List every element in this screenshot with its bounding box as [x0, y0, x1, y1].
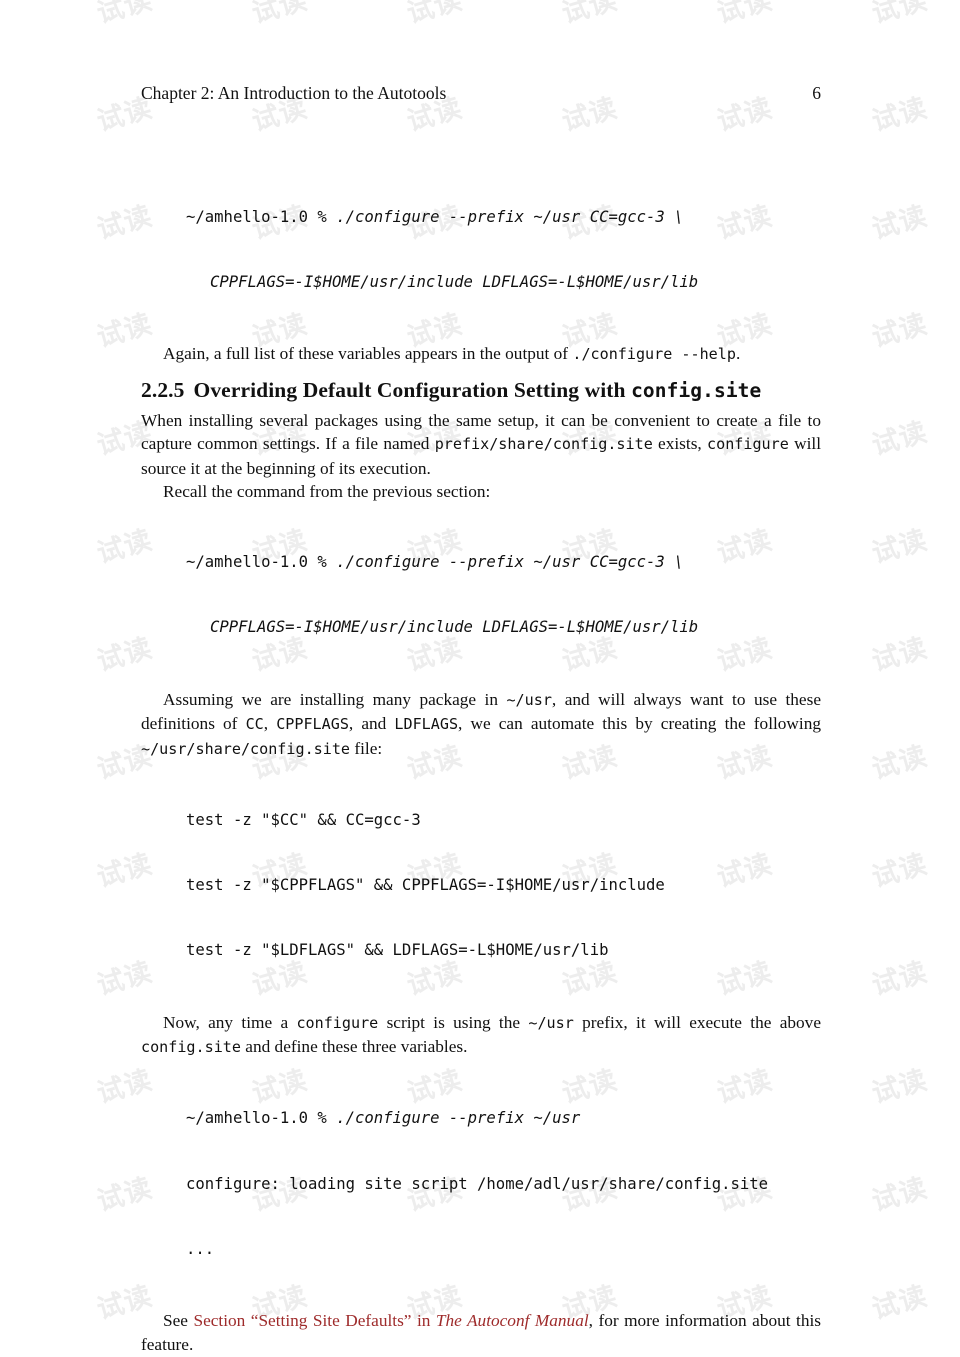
link-text: Section “Setting Site Defaults” in — [193, 1311, 436, 1331]
text-run: Assuming we are installing many package … — [163, 689, 507, 709]
running-head-title: Chapter 2: An Introduction to the Autoto… — [141, 83, 447, 103]
section-title: Overriding Default Configuration Setting… — [193, 377, 632, 402]
watermark-text: 试读 — [0, 1001, 107, 1148]
inline-code: configure — [707, 435, 789, 454]
watermark-text: 试读 — [858, 1325, 960, 1357]
watermark-text: 试读 — [0, 353, 107, 500]
page-number: 6 — [812, 83, 821, 103]
text-run: , we can automate this by creating the f… — [458, 714, 821, 734]
text-run: Now, any time a — [163, 1012, 297, 1032]
watermark-text: 试读 — [868, 956, 931, 1002]
text-run: . — [735, 344, 741, 364]
inline-code: ./configure --help — [572, 345, 736, 364]
text-run: prefix, it will execute the above — [573, 1012, 821, 1032]
watermark-text: 试读 — [868, 1064, 931, 1110]
text-run: , and — [348, 714, 395, 734]
link-manual-title: The Autoconf Manual — [435, 1311, 589, 1331]
code-line: ... — [186, 1239, 215, 1258]
inline-code: ~/usr — [528, 1013, 574, 1032]
watermark-text: 试读 — [0, 461, 107, 608]
shell-prompt: ~/amhello-1.0 % — [186, 1109, 337, 1128]
code-line: ~/amhello-1.0 % ./configure --prefix ~/u… — [186, 1108, 821, 1130]
shell-command-continuation: CPPFLAGS=-I$HOME/usr/include LDFLAGS=-L$… — [210, 272, 699, 291]
watermark-text: 试读 — [403, 0, 466, 30]
watermark-text: 试读 — [0, 785, 107, 932]
watermark-text: 试读 — [868, 416, 931, 462]
watermark-text: 试读 — [868, 848, 931, 894]
watermark-text: 试读 — [248, 0, 311, 30]
code-block-recall-command: ~/amhello-1.0 % ./configure --prefix ~/u… — [141, 508, 821, 682]
watermark-text: 试读 — [0, 893, 107, 1040]
code-line: CPPFLAGS=-I$HOME/usr/include LDFLAGS=-L$… — [186, 617, 821, 639]
shell-command: ./configure --prefix ~/usr CC=gcc-3 \ — [336, 207, 684, 226]
code-line: CPPFLAGS=-I$HOME/usr/include LDFLAGS=-L$… — [186, 272, 821, 294]
paragraph-when-installing: When installing several packages using t… — [141, 409, 821, 480]
text-run: file: — [350, 738, 383, 758]
section-title-code: config.site — [631, 378, 762, 402]
watermark-text: 试读 — [868, 632, 931, 678]
text-run: See — [163, 1311, 194, 1331]
watermark-text: 试读 — [0, 677, 107, 824]
watermark-text: 试读 — [0, 245, 107, 392]
paragraph-now: Now, any time a configure script is usin… — [141, 1011, 821, 1060]
paragraph-recall: Recall the command from the previous sec… — [163, 482, 491, 501]
watermark-text: 试读 — [0, 1109, 107, 1256]
inline-code: CC — [245, 715, 264, 734]
shell-command: ./configure --prefix ~/usr CC=gcc-3 \ — [336, 553, 684, 571]
watermark-text: 试读 — [868, 1172, 931, 1218]
watermark-text: 试读 — [868, 1280, 931, 1326]
shell-command-continuation: CPPFLAGS=-I$HOME/usr/include LDFLAGS=-L$… — [210, 618, 699, 637]
shell-prompt: ~/amhello-1.0 % — [186, 553, 337, 571]
paragraph-see-autoconf-manual: See Section “Setting Site Defaults” in T… — [141, 1309, 821, 1356]
paragraph-again: Again, a full list of these variables ap… — [141, 342, 821, 366]
shell-command: ./configure --prefix ~/usr — [336, 1109, 581, 1128]
watermark-text: 试读 — [93, 0, 156, 30]
inline-code: ~/usr/share/config.site — [141, 739, 351, 758]
shell-prompt: ~/amhello-1.0 % — [186, 207, 337, 226]
watermark-text: 试读 — [0, 0, 107, 67]
inline-code: ~/usr — [506, 690, 552, 709]
watermark-text: 试读 — [0, 1217, 107, 1357]
watermark-text: 试读 — [558, 0, 621, 30]
watermark-text: 试读 — [868, 740, 931, 786]
watermark-text: 试读 — [868, 0, 931, 30]
text-run: exists, — [652, 434, 708, 454]
inline-code: CPPFLAGS — [276, 715, 349, 734]
text-run: script is using the — [378, 1012, 529, 1032]
code-line: test -z "$LDFLAGS" && LDFLAGS=-L$HOME/us… — [186, 941, 609, 960]
inline-code: prefix/share/config.site — [434, 435, 653, 454]
text-column: ~/amhello-1.0 % ./configure --prefix ~/u… — [141, 163, 821, 1357]
text-run: Again, a full list of these variables ap… — [163, 344, 573, 364]
code-block-configure-site-output: ~/amhello-1.0 % ./configure --prefix ~/u… — [141, 1065, 821, 1305]
section-number: 2.2.5 — [141, 377, 185, 402]
code-line: test -z "$CPPFLAGS" && CPPFLAGS=-I$HOME/… — [186, 875, 665, 894]
inline-code: LDFLAGS — [394, 715, 459, 734]
watermark-text: 试读 — [868, 200, 931, 246]
code-line: ~/amhello-1.0 % ./configure --prefix ~/u… — [186, 552, 821, 574]
code-line: ~/amhello-1.0 % ./configure --prefix ~/u… — [186, 207, 821, 229]
document-page: 试读 试读 试读 试读 试读 试读 试读 试读 试读 试读 试读 试读 试读 试读 试读 试读 试读 试读 试读 试读… — [0, 0, 960, 1357]
section-heading-2-2-5: 2.2.5 Overriding Default Configuration Se… — [141, 377, 821, 404]
watermark-text: 试读 — [868, 524, 931, 570]
watermark-text: 试读 — [0, 569, 107, 716]
code-block-config-site-contents: test -z "$CC" && CC=gcc-3 test -z "$CPPF… — [141, 766, 821, 1006]
text-run: and define these three variables. — [240, 1037, 468, 1057]
watermark-text: 试读 — [0, 29, 107, 176]
watermark-text: 试读 — [868, 92, 931, 138]
watermark-text: 试读 — [0, 1325, 107, 1357]
code-line: test -z "$CC" && CC=gcc-3 — [186, 810, 421, 829]
watermark-text: 试读 — [713, 0, 776, 30]
code-line: configure: loading site script /home/adl… — [186, 1174, 769, 1193]
cross-reference-link-setting-site-defaults[interactable]: Section “Setting Site Defaults” in The A… — [193, 1311, 588, 1330]
paragraph-assuming: Assuming we are installing many package … — [141, 688, 821, 761]
watermark-text: 试读 — [868, 308, 931, 354]
text-run: , — [263, 714, 277, 734]
inline-code: config.site — [141, 1038, 241, 1057]
watermark-text: 试读 — [0, 137, 107, 284]
inline-code: configure — [296, 1013, 379, 1032]
running-head: Chapter 2: An Introduction to the Autoto… — [141, 82, 821, 104]
code-block-configure-vars: ~/amhello-1.0 % ./configure --prefix ~/u… — [141, 163, 821, 337]
